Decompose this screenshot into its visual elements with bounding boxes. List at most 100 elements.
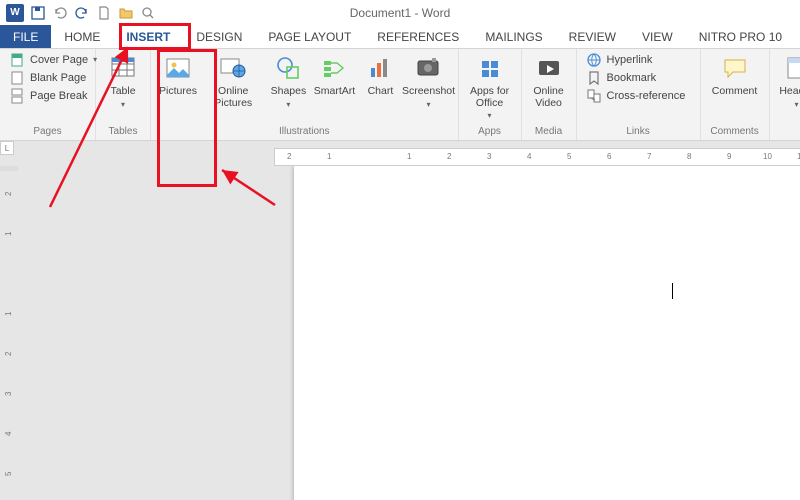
hruler-tick: 2: [287, 152, 291, 161]
apps-label: Apps for Office: [467, 86, 513, 109]
group-pages: Cover Page▾ Blank Page Page Break Pages: [0, 49, 96, 140]
cover-page-label: Cover Page: [30, 54, 88, 66]
tab-file[interactable]: FILE: [0, 25, 51, 48]
redo-icon[interactable]: [74, 5, 90, 21]
shapes-button[interactable]: Shapes▾: [267, 51, 309, 124]
cover-page-button[interactable]: Cover Page▾: [6, 51, 100, 69]
group-links: Hyperlink Bookmark Cross-reference Links: [577, 49, 701, 140]
group-illustrations: Pictures Online Pictures Shapes▾ SmartAr…: [151, 49, 459, 140]
header-button[interactable]: Header ▾: [776, 51, 800, 124]
chart-label: Chart: [368, 86, 394, 98]
chevron-down-icon: ▾: [121, 100, 125, 109]
chevron-down-icon: ▾: [795, 100, 799, 109]
comment-icon: [721, 54, 749, 82]
cross-reference-button[interactable]: Cross-reference: [583, 87, 689, 105]
print-preview-icon[interactable]: [140, 5, 156, 21]
online-pictures-button[interactable]: Online Pictures: [203, 51, 263, 124]
document-page[interactable]: [294, 166, 800, 500]
hruler-tick: 5: [567, 152, 571, 161]
online-pictures-label: Online Pictures: [205, 86, 261, 109]
online-video-label: Online Video: [530, 86, 568, 109]
online-video-button[interactable]: Online Video: [528, 51, 570, 124]
shapes-icon: [274, 54, 302, 82]
screenshot-icon: [414, 54, 442, 82]
smartart-button[interactable]: SmartArt: [313, 51, 355, 124]
text-cursor: [672, 283, 673, 299]
bookmark-icon: [586, 70, 602, 86]
vruler-tick: 1: [4, 232, 13, 236]
vruler-tick: 1: [4, 312, 13, 316]
horizontal-ruler[interactable]: 2 1 1 2 3 4 5 6 7 8 9 10 11: [274, 148, 800, 166]
tab-mailings[interactable]: MAILINGS: [472, 25, 555, 48]
save-icon[interactable]: [30, 5, 46, 21]
tab-page-layout[interactable]: PAGE LAYOUT: [255, 25, 364, 48]
new-doc-icon[interactable]: [96, 5, 112, 21]
cross-reference-label: Cross-reference: [607, 90, 686, 102]
group-tables-label: Tables: [102, 124, 144, 140]
pictures-button[interactable]: Pictures: [157, 51, 199, 124]
hyperlink-label: Hyperlink: [607, 54, 653, 66]
hruler-tick: 1: [327, 152, 331, 161]
group-apps-label: Apps: [465, 124, 515, 140]
chart-icon: [366, 54, 394, 82]
comment-button[interactable]: Comment: [707, 51, 763, 124]
undo-icon[interactable]: [52, 5, 68, 21]
word-logo-icon: W: [6, 4, 24, 22]
document-area[interactable]: [19, 166, 800, 500]
document-title: Document1 - Word: [350, 6, 450, 20]
hruler-tick: 1: [407, 152, 411, 161]
group-illustrations-label: Illustrations: [157, 124, 452, 140]
group-apps: Apps for Office▾ Apps: [459, 49, 522, 140]
comment-label: Comment: [712, 86, 758, 98]
tab-view[interactable]: VIEW: [629, 25, 686, 48]
hruler-tick: 4: [527, 152, 531, 161]
hruler-tick: 8: [687, 152, 691, 161]
screenshot-label: Screenshot: [402, 86, 455, 98]
tab-nitro-pro[interactable]: NITRO PRO 10: [686, 25, 795, 48]
group-links-label: Links: [583, 124, 694, 140]
hruler-tick: 10: [763, 152, 772, 161]
group-media: Online Video Media: [522, 49, 577, 140]
header-label: Header: [779, 86, 800, 98]
ribbon: Cover Page▾ Blank Page Page Break Pages …: [0, 49, 800, 141]
hyperlink-icon: [586, 52, 602, 68]
pictures-icon: [164, 54, 192, 82]
vruler-tick: 3: [4, 392, 13, 396]
ruler-corner: L: [0, 141, 14, 155]
vruler-tick: 2: [4, 192, 13, 196]
hruler-tick: 6: [607, 152, 611, 161]
group-pages-label: Pages: [6, 124, 89, 140]
blank-page-button[interactable]: Blank Page: [6, 69, 100, 87]
tab-home[interactable]: HOME: [51, 25, 113, 48]
table-button[interactable]: Table▾: [102, 51, 144, 124]
screenshot-button[interactable]: Screenshot▾: [405, 51, 451, 124]
tab-references[interactable]: REFERENCES: [364, 25, 472, 48]
cover-page-icon: [9, 52, 25, 68]
blank-page-icon: [9, 70, 25, 86]
bookmark-button[interactable]: Bookmark: [583, 69, 689, 87]
page-break-icon: [9, 88, 25, 104]
apps-for-office-button[interactable]: Apps for Office▾: [465, 51, 515, 124]
chart-button[interactable]: Chart: [359, 51, 401, 124]
page-break-button[interactable]: Page Break: [6, 87, 100, 105]
hruler-tick: 3: [487, 152, 491, 161]
tab-insert[interactable]: INSERT: [113, 25, 183, 48]
tab-design[interactable]: DESIGN: [183, 25, 255, 48]
hyperlink-button[interactable]: Hyperlink: [583, 51, 689, 69]
chevron-down-icon: ▾: [426, 100, 430, 109]
horizontal-ruler-wrap: 2 1 1 2 3 4 5 6 7 8 9 10 11: [19, 141, 800, 166]
vruler-tick: 4: [4, 432, 13, 436]
pictures-label: Pictures: [159, 86, 197, 98]
shapes-label: Shapes: [271, 86, 307, 98]
ribbon-tabs: FILE HOME INSERT DESIGN PAGE LAYOUT REFE…: [0, 25, 800, 49]
group-hf-label: [776, 124, 800, 140]
bookmark-label: Bookmark: [607, 72, 657, 84]
page-break-label: Page Break: [30, 90, 87, 102]
online-pictures-icon: [219, 54, 247, 82]
open-folder-icon[interactable]: [118, 5, 134, 21]
workspace: L 2 1 1 2 3 4 5 2 1 1 2 3 4 5 6 7 8 9: [0, 141, 800, 500]
vruler-tick: 2: [4, 352, 13, 356]
group-comments-label: Comments: [707, 124, 763, 140]
header-icon: [783, 54, 800, 82]
tab-review[interactable]: REVIEW: [556, 25, 629, 48]
